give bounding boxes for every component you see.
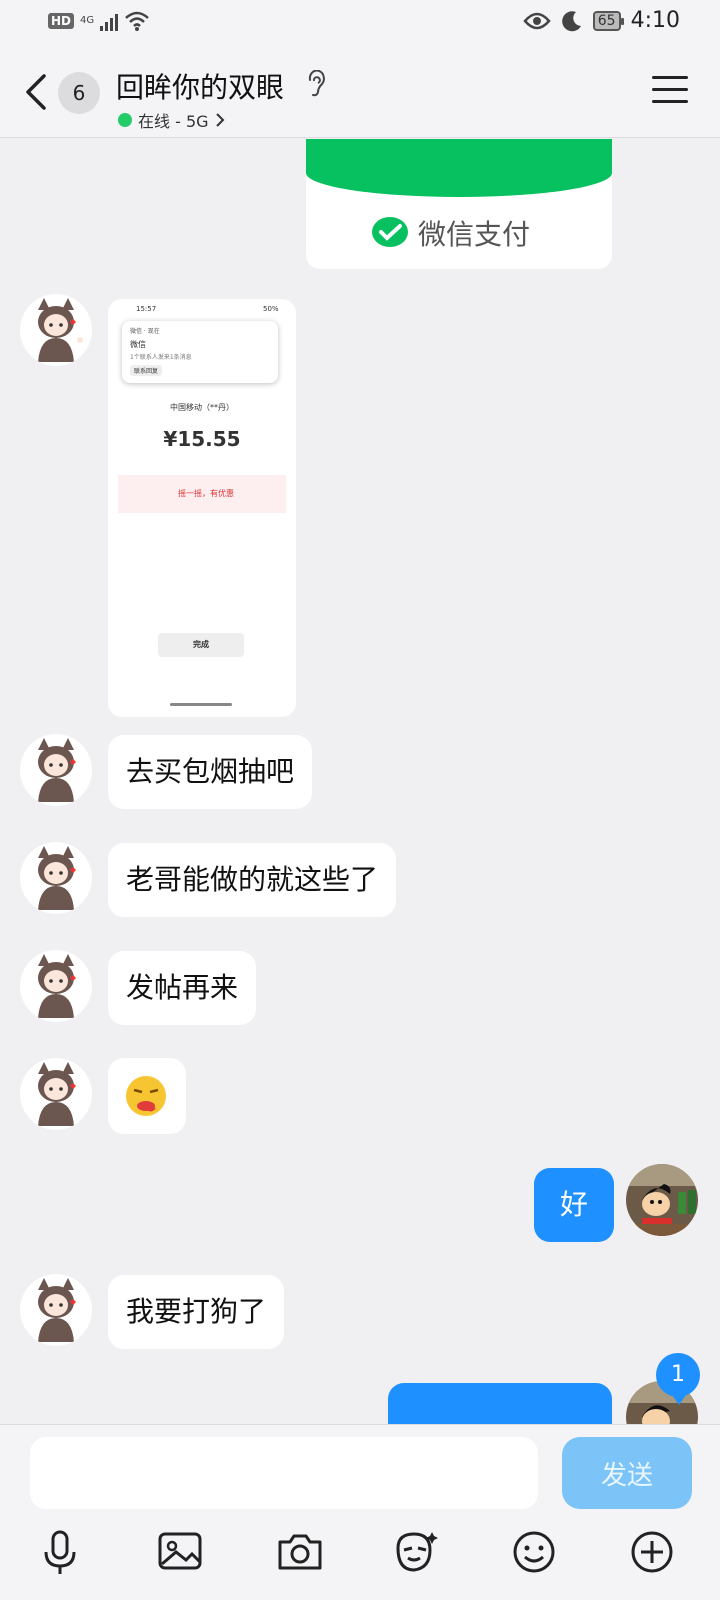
sticker-icon [396,1532,438,1572]
chat-messages[interactable]: 微信支付 15:57 50% 微信 · 现在 微信 1个联系人发来1条消息 联系… [0,139,720,1424]
avatar[interactable] [20,1058,92,1130]
gallery-button[interactable] [154,1526,206,1578]
wechat-pay-label: 微信支付 [418,218,531,251]
wechat-pay-image[interactable]: 微信支付 [306,139,612,269]
send-button[interactable]: 发送 [562,1437,692,1509]
cat-hoodie-avatar-icon [38,298,83,362]
microphone-icon [44,1530,76,1574]
status-left: HD 4G [48,10,150,32]
avatar[interactable] [20,842,92,914]
message-bubble[interactable]: 我要打狗了 [108,1275,285,1349]
shot-home-indicator [170,703,232,706]
shot-merchant: 中国移动（**丹） [170,403,234,412]
new-message-badge[interactable]: 1 [656,1353,700,1405]
signal-icon [100,11,119,31]
avatar[interactable] [20,950,92,1022]
sticker-button[interactable] [390,1526,442,1578]
shot-notif-button: 联系回复 [130,365,163,376]
online-status[interactable]: 在线 - 5G [118,108,225,132]
payment-screenshot[interactable]: 15:57 50% 微信 · 现在 微信 1个联系人发来1条消息 联系回复 中国… [108,299,296,717]
avatar[interactable] [20,1274,92,1346]
shot-promo-text: 摇一摇，有优惠 [178,489,234,498]
shot-notif-body: 1个联系人发来1条消息 [130,354,192,361]
avatar[interactable] [20,294,92,366]
message-bubble[interactable]: 发帖再来 [108,951,257,1025]
shot-done-button: 完成 [158,633,244,657]
plus-icon [631,1531,673,1573]
status-bar: HD 4G 65 4:10 [0,0,720,48]
shot-notif-title: 微信 [130,340,146,349]
emoji-message[interactable] [108,1058,186,1134]
cartoon-boy-avatar-icon [626,1164,698,1236]
chat-title[interactable]: 回眸你的双眼 [116,66,284,106]
moon-icon [561,10,581,31]
message-bubble[interactable]: 老哥能做的就这些了 [108,843,397,917]
online-status-text: 在线 - 5G [138,112,209,131]
hd-badge: HD [48,13,75,29]
network-type: 4G [80,15,95,26]
my-message-bubble[interactable]: 好 [534,1168,615,1242]
menu-button[interactable] [652,76,688,108]
cat-hoodie-avatar-icon [38,738,76,802]
shot-promo-banner: 摇一摇，有优惠 [118,475,286,513]
camera-icon [278,1534,322,1570]
shot-notification: 微信 · 现在 微信 1个联系人发来1条消息 联系回复 [122,321,278,383]
shot-time: 15:57 [136,305,157,313]
image-icon [158,1532,202,1570]
voice-button[interactable] [34,1526,86,1578]
wechat-pay-label-row: 微信支付 [370,213,530,253]
shot-done-label: 完成 [193,640,209,649]
battery-indicator: 65 [592,10,624,31]
shot-amount: ¥15.55 [163,427,241,451]
message-input[interactable] [30,1437,538,1509]
chat-header: 6 回眸你的双眼 在线 - 5G [0,48,720,138]
unread-count-badge[interactable]: 6 [58,72,100,114]
cat-hoodie-avatar-icon [38,954,76,1018]
message-bubble[interactable]: 去买包烟抽吧 [108,735,313,809]
shot-battery: 50% [263,305,279,313]
input-toolbar [0,1512,720,1600]
input-bar: 发送 [0,1424,720,1512]
clock: 4:10 [630,8,680,33]
cat-hoodie-avatar-icon [38,1062,76,1126]
shot-notif-app: 微信 · 现在 [130,328,160,335]
my-message-bubble-partial[interactable] [388,1383,612,1424]
wifi-icon [125,11,149,31]
camera-button[interactable] [274,1526,326,1578]
status-right: 65 4:10 [523,8,680,33]
emoji-icon [513,1531,555,1573]
wechat-pay-icon [372,217,408,247]
cat-hoodie-avatar-icon [38,846,76,910]
tongue-out-emoji-icon [126,1076,166,1116]
eye-icon [523,12,551,29]
chevron-right-icon [215,113,224,127]
back-icon [26,74,46,110]
emoji-button[interactable] [508,1526,560,1578]
my-avatar[interactable] [626,1164,698,1236]
online-dot [118,113,132,127]
avatar[interactable] [20,734,92,806]
cat-hoodie-avatar-icon [38,1278,76,1342]
back-button[interactable] [20,70,56,114]
more-button[interactable] [626,1526,678,1578]
ear-icon[interactable] [306,70,326,98]
